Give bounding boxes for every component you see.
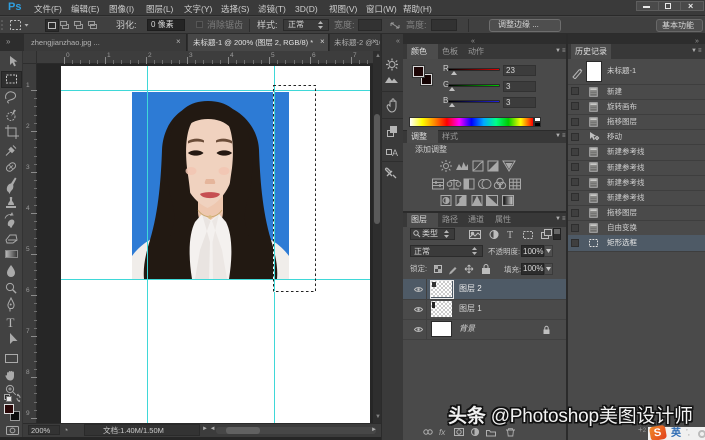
svg-text:T: T bbox=[507, 230, 513, 240]
svg-text:fx: fx bbox=[439, 428, 446, 437]
svg-text:A: A bbox=[392, 148, 398, 158]
svg-text:T: T bbox=[7, 315, 15, 330]
